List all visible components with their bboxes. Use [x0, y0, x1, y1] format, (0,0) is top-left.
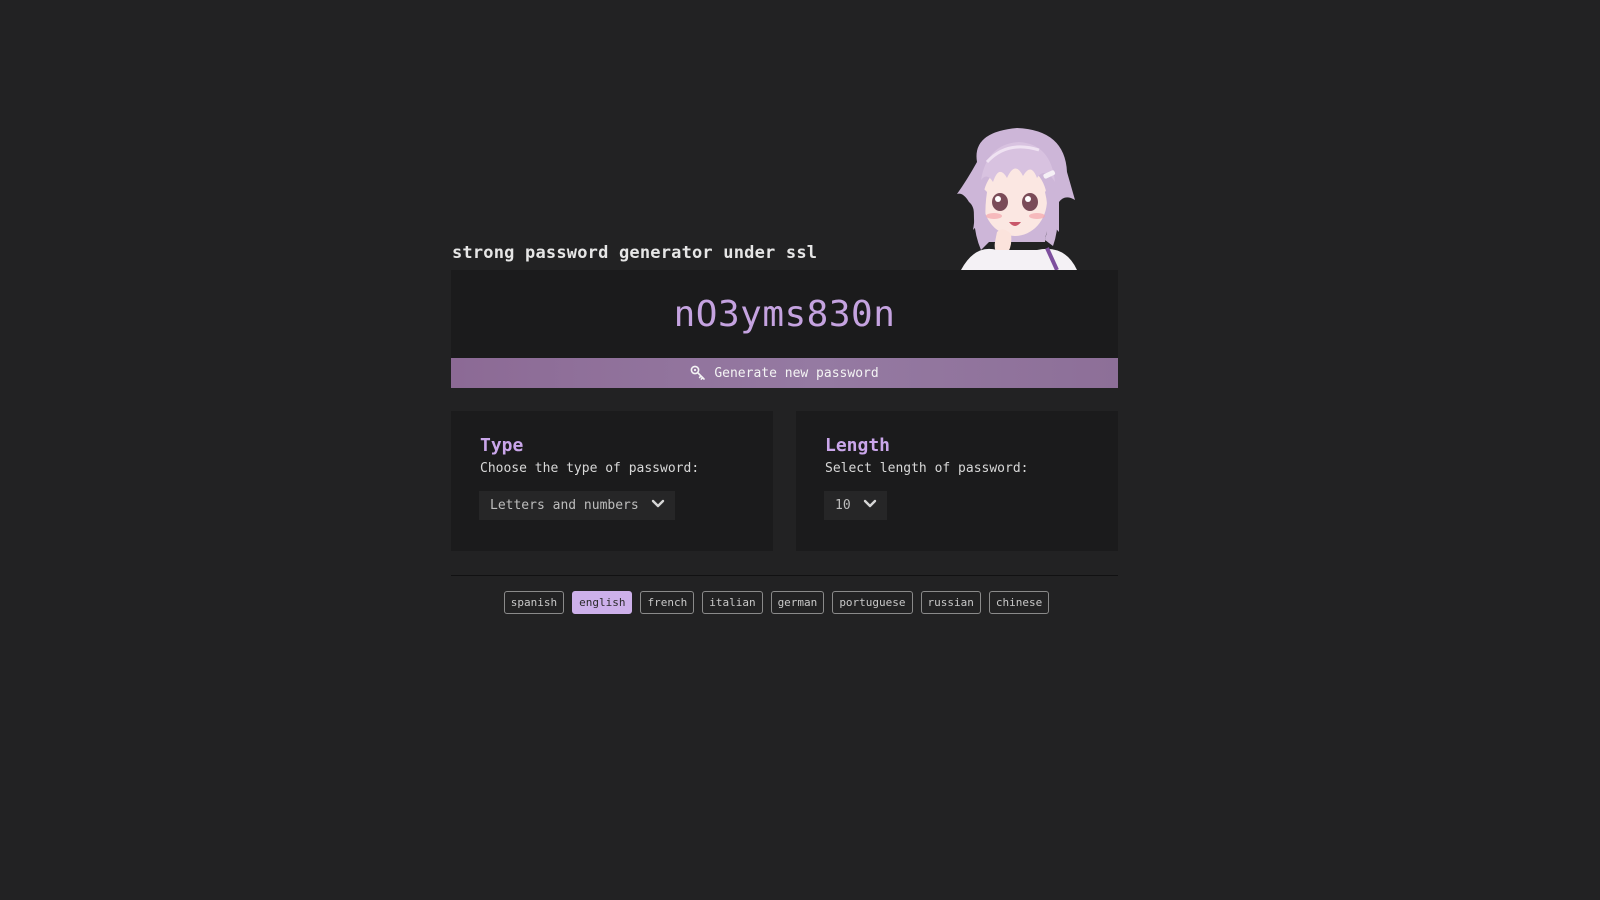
length-heading: Length — [825, 435, 891, 456]
type-description: Choose the type of password: — [480, 461, 700, 476]
chevron-down-icon — [651, 498, 665, 513]
language-button-french[interactable]: french — [640, 591, 695, 614]
type-select[interactable]: Letters and numbers — [479, 491, 675, 520]
generate-password-button[interactable]: Generate new password — [451, 358, 1118, 388]
page-container: strong password generator under ssl nO3y… — [451, 0, 1118, 900]
language-button-portuguese[interactable]: portuguese — [832, 591, 913, 614]
language-button-italian[interactable]: italian — [702, 591, 763, 614]
type-heading: Type — [480, 435, 524, 456]
type-card: Type Choose the type of password: Letter… — [451, 411, 773, 551]
language-button-spanish[interactable]: spanish — [503, 591, 565, 614]
language-button-english[interactable]: english — [572, 591, 633, 614]
language-button-russian[interactable]: russian — [920, 591, 981, 614]
generate-button-label: Generate new password — [714, 365, 879, 381]
chevron-down-icon — [863, 498, 877, 513]
divider — [451, 575, 1118, 576]
language-selector: spanish english french italian german po… — [443, 591, 1110, 614]
length-description: Select length of password: — [825, 461, 1029, 476]
generated-password[interactable]: nO3yms830n — [674, 294, 896, 335]
password-display: nO3yms830n — [451, 270, 1118, 358]
mascot-illustration — [947, 122, 1087, 270]
length-card: Length Select length of password: 10 — [796, 411, 1118, 551]
length-select-value: 10 — [835, 498, 851, 513]
key-icon — [690, 365, 706, 381]
language-button-german[interactable]: german — [770, 591, 825, 614]
length-select[interactable]: 10 — [824, 491, 887, 520]
language-button-chinese[interactable]: chinese — [988, 591, 1050, 614]
page-title: strong password generator under ssl — [452, 243, 818, 263]
type-select-value: Letters and numbers — [490, 498, 639, 513]
